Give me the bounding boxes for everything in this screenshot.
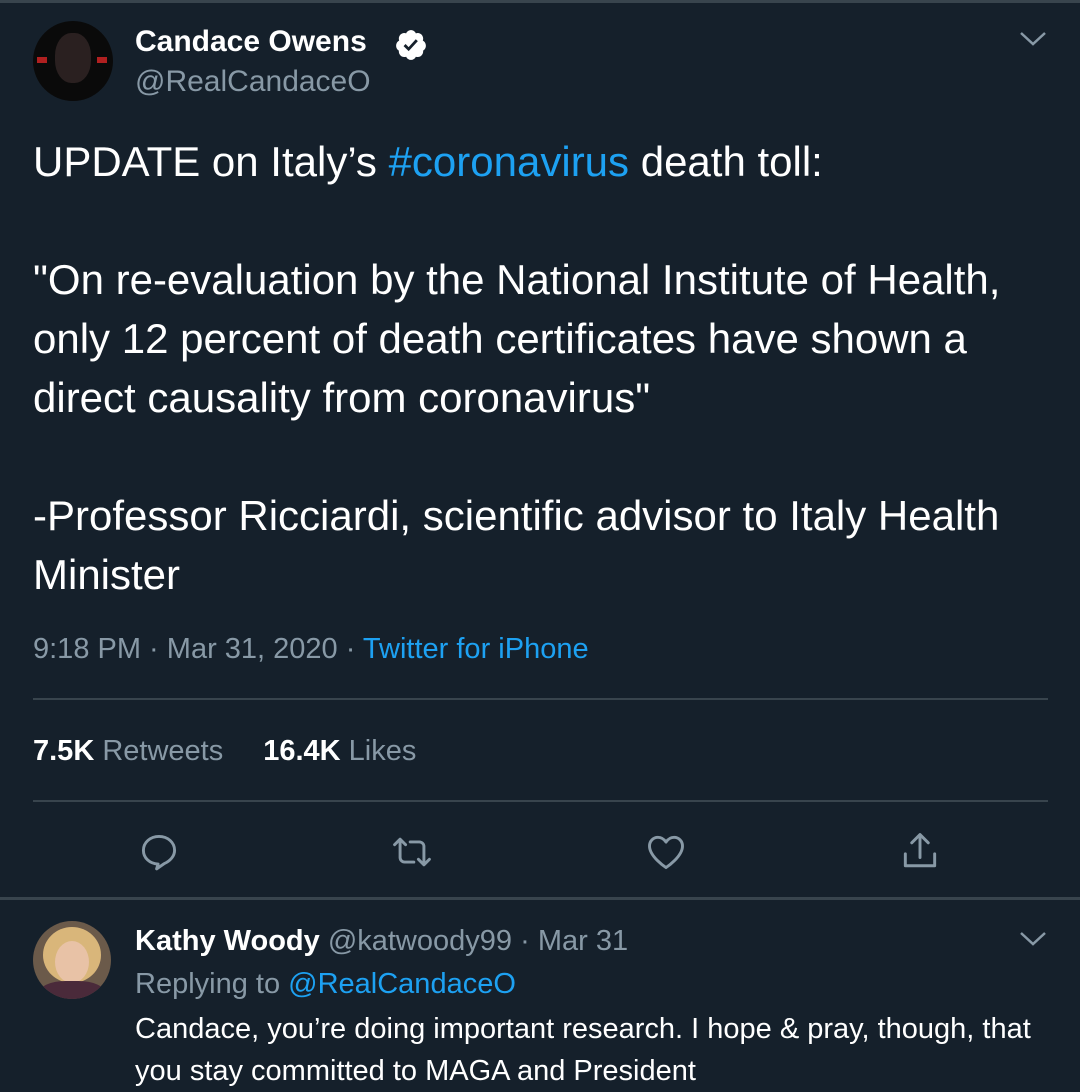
reply-avatar[interactable] xyxy=(33,921,111,999)
tweet-source-link[interactable]: Twitter for iPhone xyxy=(363,633,589,665)
like-icon[interactable] xyxy=(644,830,688,874)
divider xyxy=(33,800,1048,802)
reply-separator: · xyxy=(520,925,530,957)
divider xyxy=(33,698,1048,700)
likes-label: Likes xyxy=(348,735,417,767)
avatar-face xyxy=(55,33,91,83)
meta-separator: · xyxy=(337,633,363,665)
retweets-label: Retweets xyxy=(102,735,224,767)
tweet-time: 9:18 PM xyxy=(33,633,141,665)
share-icon[interactable] xyxy=(898,830,942,874)
reply-icon[interactable] xyxy=(137,830,181,874)
author-avatar[interactable] xyxy=(33,21,113,101)
author-name[interactable]: Candace Owens xyxy=(135,22,367,62)
replying-to: Replying to @RealCandaceO xyxy=(135,964,516,1004)
likes-count: 16.4K xyxy=(263,735,341,767)
avatar-shirt xyxy=(39,981,105,999)
tweet-text-intro: UPDATE on Italy’s xyxy=(33,138,389,185)
mention-link[interactable]: @RealCandaceO xyxy=(288,968,516,1000)
tweet-text-body: death toll: "On re-evaluation by the Nat… xyxy=(33,138,1001,598)
tweet-text: UPDATE on Italy’s #coronavirus death tol… xyxy=(33,132,1063,604)
chevron-down-icon[interactable] xyxy=(1018,928,1048,948)
tweet-stats: 7.5K Retweets 16.4K Likes xyxy=(33,730,416,772)
reply-text: Candace, you’re doing important research… xyxy=(135,1013,1039,1087)
avatar-detail xyxy=(97,57,107,63)
retweets-stat[interactable]: 7.5K Retweets xyxy=(33,735,223,767)
top-border xyxy=(0,0,1080,3)
tweet-date[interactable]: Mar 31, 2020 xyxy=(167,633,338,665)
author-handle[interactable]: @RealCandaceO xyxy=(135,62,371,102)
reply-date[interactable]: Mar 31 xyxy=(538,925,628,957)
tweet-meta: 9:18 PM · Mar 31, 2020 · Twitter for iPh… xyxy=(33,628,589,670)
likes-stat[interactable]: 16.4K Likes xyxy=(263,735,416,767)
verified-badge-icon xyxy=(396,30,426,60)
retweets-count: 7.5K xyxy=(33,735,95,767)
avatar-detail xyxy=(37,57,47,63)
retweet-icon[interactable] xyxy=(390,830,434,874)
meta-separator: · xyxy=(141,633,167,665)
section-separator xyxy=(0,897,1080,900)
chevron-down-icon[interactable] xyxy=(1018,28,1048,48)
replying-to-label: Replying to xyxy=(135,968,281,1000)
reply-header: Kathy Woody @katwoody99 · Mar 31 xyxy=(135,921,628,961)
avatar-face xyxy=(55,941,89,983)
hashtag-link[interactable]: #coronavirus xyxy=(389,138,629,185)
reply-author-handle[interactable]: @katwoody99 xyxy=(328,925,512,957)
reply-author-name[interactable]: Kathy Woody xyxy=(135,925,320,957)
